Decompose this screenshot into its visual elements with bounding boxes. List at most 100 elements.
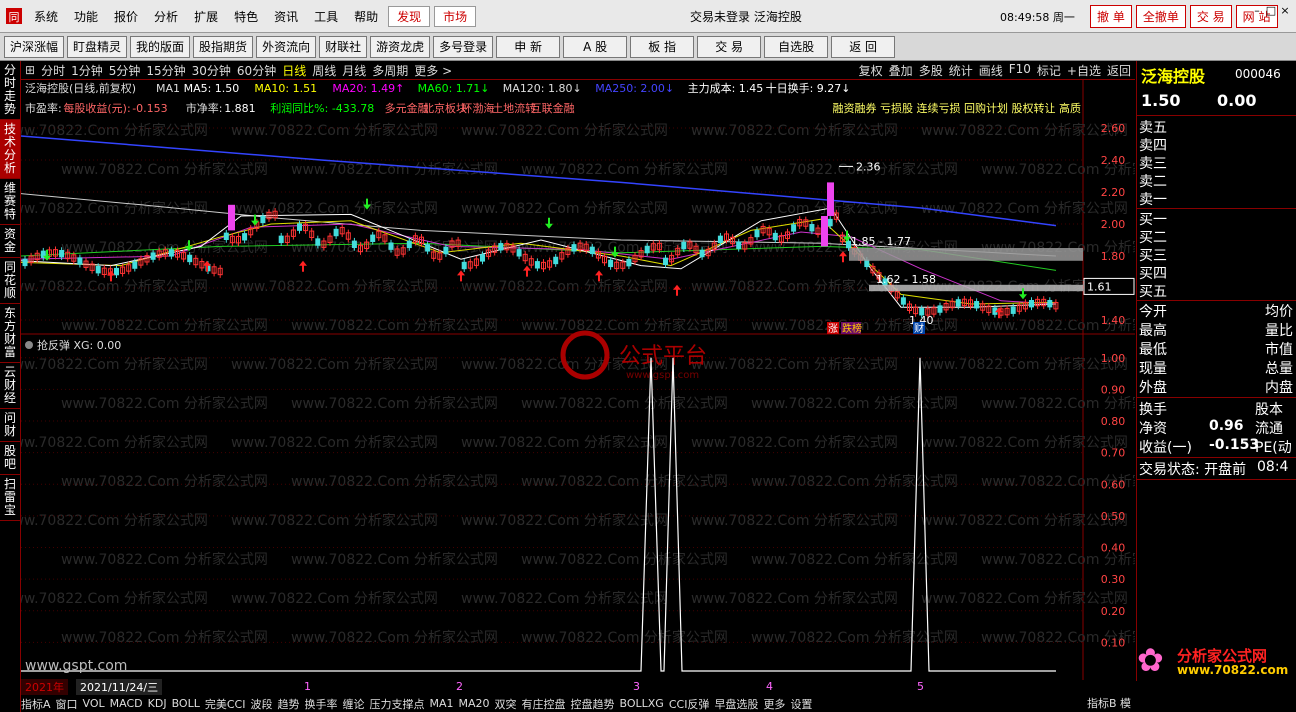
menu-item-7[interactable]: 工具 <box>306 8 346 25</box>
indicator-tab-5[interactable]: BOLL <box>172 697 200 710</box>
action-button-2[interactable]: 交 易 <box>1189 5 1232 28</box>
close-icon[interactable]: × <box>1278 4 1292 22</box>
left-tab-5[interactable]: 东方财富 <box>0 304 20 363</box>
action-button-0[interactable]: 撤 单 <box>1090 5 1132 28</box>
chart-tool-7[interactable]: +自选 <box>1067 62 1101 79</box>
period-0[interactable]: 分时 <box>41 62 65 79</box>
left-tab-4[interactable]: 同花顺 <box>0 258 20 304</box>
indicator-tabs: 指标A 窗口 VOL MACD KDJ BOLL 完美CCI 波段 趋势 换手率 缠论 压力支撑点 MA… <box>21 695 817 712</box>
minimize-icon[interactable]: – <box>1250 4 1264 22</box>
menu-item-6[interactable]: 资讯 <box>266 8 306 25</box>
watermark-text: www.70822.Com 分析家公式网 <box>521 161 728 178</box>
period-1[interactable]: 1分钟 <box>71 62 103 79</box>
ma-label-3: MA20: 1.49↑ <box>332 82 404 95</box>
indicator-tab-20[interactable]: 更多 <box>763 696 785 712</box>
toolbar-button-7[interactable]: 多号登录 <box>433 35 494 58</box>
clock: 08:49:58 周一 <box>1000 11 1075 24</box>
toolbar-button-1[interactable]: 盯盘精灵 <box>67 35 128 58</box>
indicator-tab-11[interactable]: 压力支撑点 <box>369 696 424 712</box>
toolbar-button-0[interactable]: 沪深涨幅 <box>4 35 65 58</box>
left-tab-3[interactable]: 资金 <box>0 225 20 258</box>
chart-tool-8[interactable]: 返回 <box>1107 62 1131 79</box>
chart-tool-4[interactable]: 画线 <box>979 62 1003 79</box>
indicator-tab-8[interactable]: 趋势 <box>277 696 299 712</box>
toolbar-wide-button-0[interactable]: 申 新 <box>496 35 561 58</box>
ma-label-8: 十日换手: 9.27↓ <box>766 81 851 95</box>
menu-item-0[interactable]: 系统 <box>26 8 66 25</box>
toolbar-button-4[interactable]: 外资流向 <box>256 35 317 58</box>
stat-label-right-2: 市值 <box>1265 342 1293 358</box>
left-tab-1[interactable]: 技术分析 <box>0 120 20 179</box>
left-tab-9[interactable]: 扫雷宝 <box>0 475 20 521</box>
menu-item-8[interactable]: 帮助 <box>346 8 386 25</box>
left-tab-2[interactable]: 维赛特 <box>0 179 20 225</box>
indicator-tab-18[interactable]: CCI反弹 <box>669 696 710 712</box>
indicator-b-tab[interactable]: 指标B 模 <box>1087 695 1131 711</box>
watermark-text: www.70822.Com 分析家公式网 <box>21 590 208 607</box>
indicator-tab-0[interactable]: 指标A <box>21 696 51 712</box>
toolbar-button-3[interactable]: 股指期货 <box>193 35 254 58</box>
watermark-text: www.70822.Com 分析家公式网 <box>921 590 1128 607</box>
menu-item-2[interactable]: 报价 <box>106 8 146 25</box>
toolbar-button-6[interactable]: 游资龙虎 <box>370 35 431 58</box>
indicator-tab-10[interactable]: 缠论 <box>342 696 364 712</box>
indicator-tab-3[interactable]: MACD <box>110 697 143 710</box>
toolbar-button-2[interactable]: 我的版面 <box>130 35 191 58</box>
indicator-tab-19[interactable]: 早盘选股 <box>714 696 758 712</box>
menu-hot-0[interactable]: 发现 <box>388 5 431 27</box>
annotation-band-2: 1.62 - 1.58 <box>876 273 936 286</box>
indicator-tab-16[interactable]: 控盘趋势 <box>571 696 615 712</box>
indicator-tab-13[interactable]: MA20 <box>458 697 489 710</box>
chart-tool-6[interactable]: 标记 <box>1037 62 1061 79</box>
indicator-tab-14[interactable]: 双突 <box>495 696 517 712</box>
menu-item-4[interactable]: 扩展 <box>186 8 226 25</box>
left-tab-6[interactable]: 云财经 <box>0 363 20 409</box>
maximize-icon[interactable]: □ <box>1264 4 1278 22</box>
indicator-tab-12[interactable]: MA1 <box>429 697 453 710</box>
left-tab-7[interactable]: 问财 <box>0 409 20 442</box>
indicator-tab-9[interactable]: 换手率 <box>304 696 337 712</box>
toolbar-wide-button-3[interactable]: 交 易 <box>697 35 762 58</box>
candle-body <box>534 261 540 269</box>
highlight-candle <box>827 182 834 216</box>
action-button-1[interactable]: 全撤单 <box>1135 5 1186 28</box>
stat2-label-right-1: 流通 <box>1255 421 1283 437</box>
menu-hot-1[interactable]: 市场 <box>434 5 477 27</box>
chart-tool-0[interactable]: 复权 <box>859 62 883 79</box>
indicator-tab-4[interactable]: KDJ <box>148 697 167 710</box>
period-6[interactable]: 日线 <box>282 62 306 79</box>
toolbar-wide-button-4[interactable]: 自选股 <box>764 35 829 58</box>
period-10[interactable]: 更多 > <box>414 62 452 79</box>
indicator-tab-2[interactable]: VOL <box>83 697 105 710</box>
candle-body <box>772 232 778 241</box>
menu-item-1[interactable]: 功能 <box>66 8 106 25</box>
period-8[interactable]: 月线 <box>342 62 366 79</box>
chart-tool-1[interactable]: 叠加 <box>889 62 913 79</box>
chart-tool-5[interactable]: F10 <box>1009 62 1031 79</box>
watermark-text: www.70822.Com 分析家公式网 <box>21 356 208 373</box>
period-7[interactable]: 周线 <box>312 62 336 79</box>
period-5[interactable]: 60分钟 <box>237 62 276 79</box>
chart-tool-2[interactable]: 多股 <box>919 62 943 79</box>
indicator-tab-7[interactable]: 波段 <box>250 696 272 712</box>
period-9[interactable]: 多周期 <box>372 62 408 79</box>
period-3[interactable]: 15分钟 <box>146 62 185 79</box>
indicator-tab-17[interactable]: BOLLXG <box>620 697 664 710</box>
chart-tool-3[interactable]: 统计 <box>949 62 973 79</box>
left-tab-0[interactable]: 分时走势 <box>0 61 20 120</box>
menu-item-5[interactable]: 特色 <box>226 8 266 25</box>
toolbar-wide-button-2[interactable]: 板 指 <box>630 35 695 58</box>
toolbar-wide-button-5[interactable]: 返 回 <box>831 35 896 58</box>
toolbar-wide-button-1[interactable]: A 股 <box>563 35 628 58</box>
left-tab-8[interactable]: 股吧 <box>0 442 20 475</box>
indicator-tab-21[interactable]: 设置 <box>790 696 812 712</box>
kline-chart[interactable]: 泛海控股(日线,前复权) MA1 MA5: 1.50 MA10: 1.51 MA20: … <box>21 80 1135 680</box>
menu-item-3[interactable]: 分析 <box>146 8 186 25</box>
indicator-tab-6[interactable]: 完美CCI <box>205 696 246 712</box>
lock-icon[interactable]: ⊞ <box>25 63 35 77</box>
period-2[interactable]: 5分钟 <box>109 62 141 79</box>
indicator-tab-15[interactable]: 有庄控盘 <box>522 696 566 712</box>
toolbar-button-5[interactable]: 财联社 <box>319 35 368 58</box>
period-4[interactable]: 30分钟 <box>192 62 231 79</box>
indicator-tab-1[interactable]: 窗口 <box>56 696 78 712</box>
